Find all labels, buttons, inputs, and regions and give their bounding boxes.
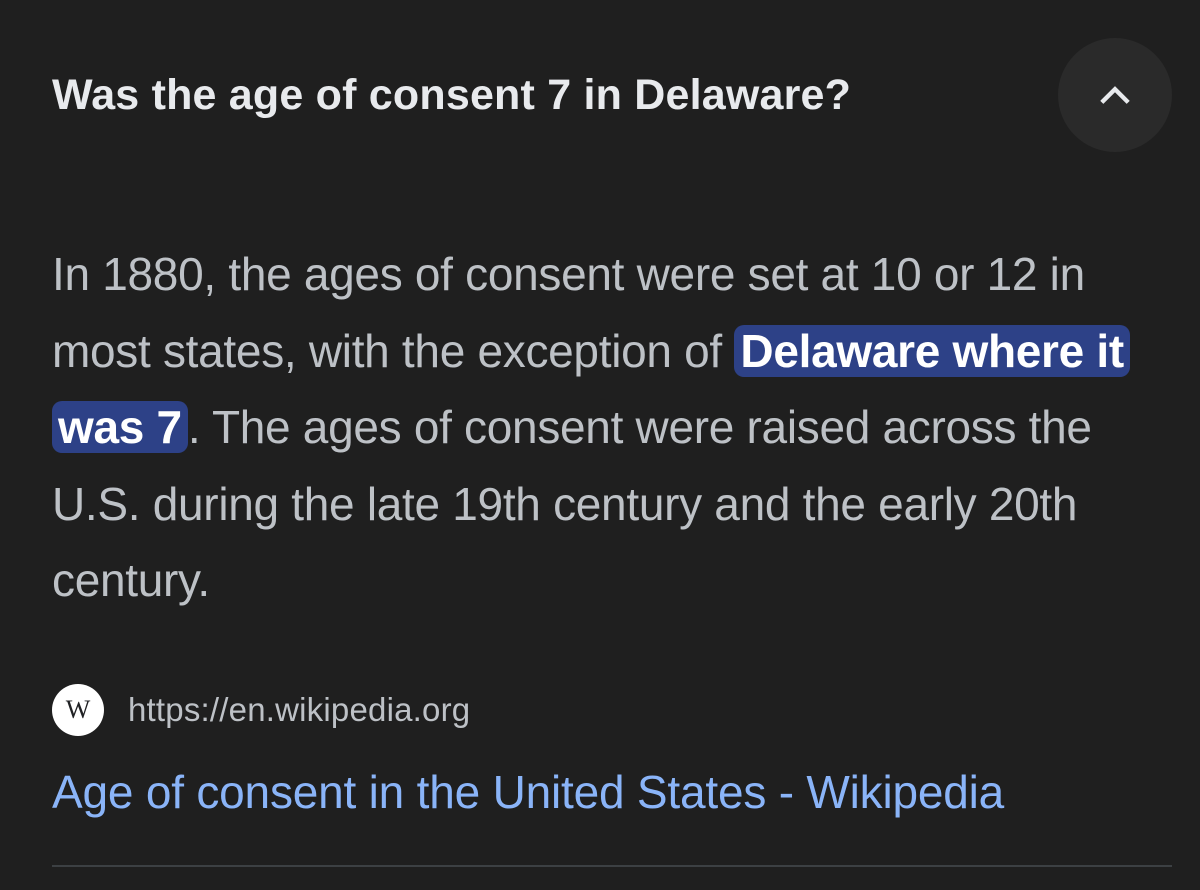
faq-answer: In 1880, the ages of consent were set at… xyxy=(52,236,1172,619)
source-url: https://en.wikipedia.org xyxy=(128,691,471,728)
collapse-button[interactable] xyxy=(1058,38,1172,152)
source-row[interactable]: W https://en.wikipedia.org xyxy=(52,684,470,736)
result-title-link[interactable]: Age of consent in the United States - Wi… xyxy=(52,762,1004,822)
wikipedia-favicon-icon: W xyxy=(52,684,104,736)
chevron-up-icon xyxy=(1100,86,1130,104)
answer-text-after: . The ages of consent were raised across… xyxy=(52,401,1092,606)
faq-question[interactable]: Was the age of consent 7 in Delaware? xyxy=(52,66,1042,124)
divider xyxy=(52,865,1172,867)
